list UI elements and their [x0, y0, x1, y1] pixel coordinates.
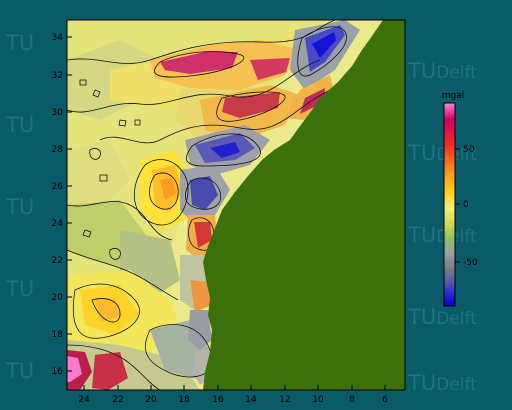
- watermark-tudelft-text: TUDelft: [407, 305, 477, 329]
- x-tick-label: 22: [112, 395, 123, 405]
- colorbar: mgal 50 0 -50: [442, 91, 478, 307]
- x-tick-label: 12: [279, 395, 290, 405]
- x-tick-label: 20: [145, 395, 157, 405]
- colorbar-tick-label: -50: [463, 258, 478, 268]
- colorbar-tick-label: 0: [463, 200, 469, 210]
- watermark-tu-text: TU: [5, 31, 34, 55]
- anomaly-field: [67, 20, 405, 390]
- x-tick-label: 16: [212, 395, 224, 405]
- x-tick-label: 10: [312, 395, 324, 405]
- colorbar-unit-label: mgal: [442, 91, 465, 101]
- watermark-tu-text: TU: [5, 277, 34, 301]
- colorbar-tick: -50: [455, 258, 478, 268]
- x-tick-label: 24: [78, 395, 90, 405]
- colorbar-gradient: [443, 102, 456, 307]
- y-tick-label: 34: [52, 33, 64, 43]
- watermark-tudelft-text: TUDelft: [407, 371, 477, 395]
- y-tick-label: 24: [52, 219, 64, 229]
- y-tick-label: 16: [52, 367, 64, 377]
- watermark-tudelft-text: TUDelft: [407, 223, 477, 247]
- y-tick-label: 18: [52, 330, 64, 340]
- watermark-tu-text: TU: [5, 113, 34, 137]
- colorbar-tick: 0: [455, 200, 469, 210]
- watermark-tu-text: TU: [5, 195, 34, 219]
- colorbar-tick-label: 50: [463, 145, 475, 155]
- x-tick-label: 18: [178, 395, 190, 405]
- x-tick-label: 6: [382, 395, 388, 405]
- y-tick-label: 20: [52, 293, 64, 303]
- watermark-tudelft-text: TUDelft: [407, 59, 477, 83]
- x-tick-label: 14: [245, 395, 257, 405]
- watermark-tu-text: TU: [5, 359, 34, 383]
- x-tick-label: 8: [349, 395, 355, 405]
- y-tick-label: 26: [52, 182, 64, 192]
- y-tick-label: 22: [52, 256, 63, 266]
- y-tick-label: 30: [52, 108, 64, 118]
- y-tick-label: 32: [52, 71, 63, 81]
- gravity-map-figure: TU TU TU TU TU TUDelft TUDelft TUDelft T…: [5, 19, 478, 405]
- y-tick-label: 28: [52, 145, 64, 155]
